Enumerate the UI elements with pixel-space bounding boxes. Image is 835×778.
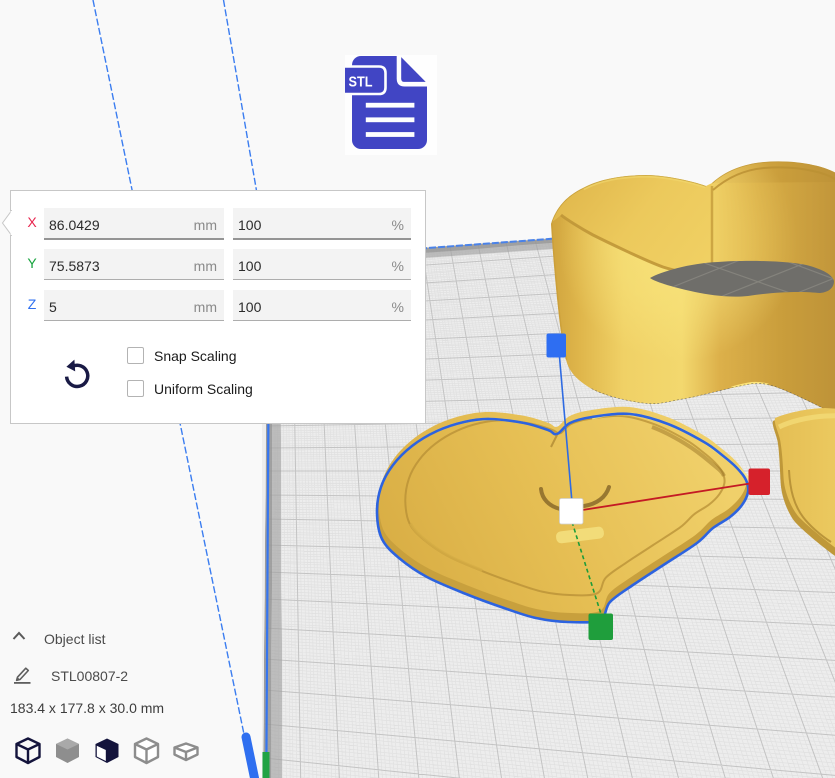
svg-text:STL: STL bbox=[349, 75, 373, 91]
